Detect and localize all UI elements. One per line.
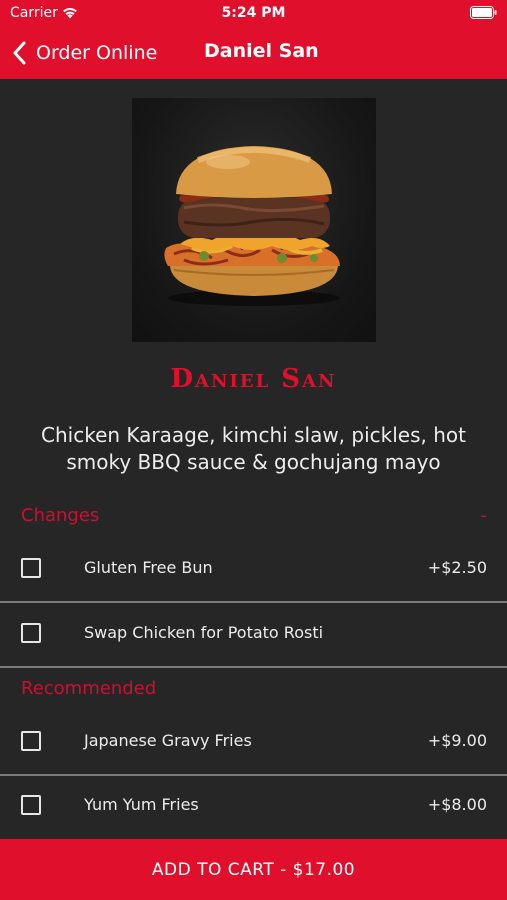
option-price: +$9.00: [427, 731, 487, 750]
item-title: Daniel San: [170, 364, 337, 394]
status-time: 5:24 PM: [221, 5, 286, 21]
section-header-recommended: Recommended: [21, 678, 157, 699]
back-button[interactable]: Order Online: [12, 38, 157, 68]
checkbox[interactable]: [21, 795, 41, 815]
option-label: Gluten Free Bun: [84, 558, 213, 577]
option-price: +$8.00: [427, 795, 487, 814]
app-header: Carrier 5:24 PM Order Online Daniel San: [0, 0, 507, 79]
option-label: Japanese Gravy Fries: [84, 731, 252, 750]
burger-image: [164, 146, 340, 306]
status-bar: Carrier 5:24 PM: [0, 0, 507, 28]
collapse-toggle-changes[interactable]: -: [481, 505, 488, 526]
back-button-label: Order Online: [36, 42, 158, 64]
option-row-japanese-gravy-fries[interactable]: Japanese Gravy Fries +$9.00: [0, 711, 507, 775]
option-label: Swap Chicken for Potato Rosti: [84, 623, 324, 642]
chevron-left-icon: [13, 41, 26, 65]
page-title: Daniel San: [204, 40, 319, 62]
option-label: Yum Yum Fries: [84, 795, 199, 814]
add-to-cart-label: ADD TO CART - $17.00: [151, 859, 356, 880]
add-to-cart-button[interactable]: ADD TO CART - $17.00: [0, 839, 507, 900]
item-photo: [132, 98, 376, 342]
checkbox[interactable]: [21, 558, 41, 578]
option-price: +$2.50: [427, 558, 487, 577]
section-header-changes: Changes: [21, 505, 100, 526]
battery-icon: [470, 6, 497, 19]
checkbox[interactable]: [21, 731, 41, 751]
checkbox[interactable]: [21, 623, 41, 643]
divider: [0, 666, 507, 668]
item-description: Chicken Karaage, kimchi slaw, pickles, h…: [41, 423, 466, 474]
option-row-swap-chicken[interactable]: Swap Chicken for Potato Rosti: [0, 603, 507, 667]
option-row-yum-yum-fries[interactable]: Yum Yum Fries +$8.00: [0, 775, 507, 839]
option-row-gluten-free-bun[interactable]: Gluten Free Bun +$2.50: [0, 538, 507, 602]
